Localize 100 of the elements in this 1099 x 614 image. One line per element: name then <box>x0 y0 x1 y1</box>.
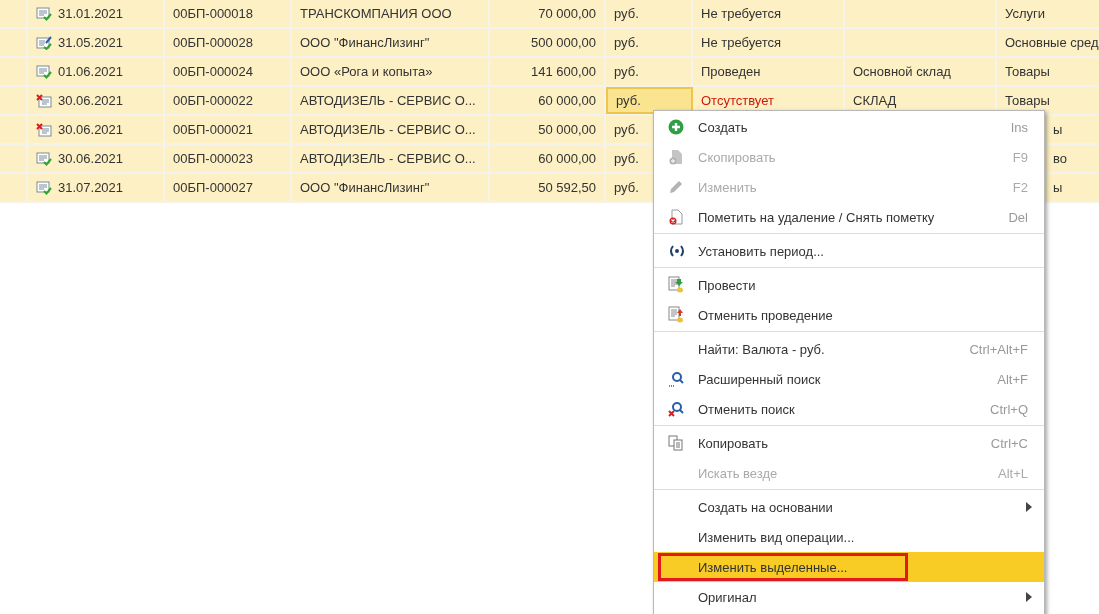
status-cell: Не требуется <box>701 35 782 50</box>
menu-item[interactable]: Отменить поиск Ctrl+Q <box>654 394 1044 424</box>
type-cell: Товары <box>1005 93 1050 108</box>
table-row[interactable]: 01.06.2021 00БП-000024 ООО «Рога и копыта» 141 600,00 руб. Проведен Основной склад Товары <box>0 58 1099 87</box>
menu-item-label: Изменить вид операции... <box>698 529 856 545</box>
currency-cell[interactable]: руб. <box>606 29 693 56</box>
shortcut-label: Del <box>1008 209 1028 225</box>
counterparty-cell: АВТОДИЗЕЛЬ - СЕРВИС О... <box>300 122 476 137</box>
type-cell: Товары <box>1005 64 1050 79</box>
type-cell: во <box>1053 151 1067 166</box>
number-cell: 00БП-000022 <box>173 93 254 108</box>
menu-item-label: Отменить поиск <box>698 401 796 417</box>
currency-cell[interactable]: руб. <box>606 58 693 85</box>
number-cell: 00БП-000021 <box>173 122 254 137</box>
menu-item-label: Изменить <box>698 179 758 195</box>
menu-item[interactable]: Найти: Валюта - руб. Ctrl+Alt+F <box>654 334 1044 364</box>
shortcut-label: Ctrl+Q <box>990 401 1028 417</box>
date-cell: 31.01.2021 <box>58 6 124 21</box>
table-row[interactable]: 31.01.2021 00БП-000018 ТРАНСКОМПАНИЯ ООО 70 000,00 руб. Не требуется Услуги <box>0 0 1099 29</box>
menu-item[interactable]: Установить период... <box>654 236 1044 266</box>
type-cell: ы <box>1053 122 1063 137</box>
shortcut-label: Alt+L <box>998 465 1028 481</box>
delete-document-icon <box>668 209 684 225</box>
menu-item-label: Изменить выделенные... <box>698 559 849 575</box>
amount-cell: 60 000,00 <box>538 151 596 166</box>
shortcut-label: Ins <box>1010 119 1028 135</box>
date-cell: 30.06.2021 <box>58 151 124 166</box>
menu-item-label: Копировать <box>698 435 769 451</box>
shortcut-label: F9 <box>1012 149 1028 165</box>
menu-item[interactable]: Расширенный поиск Alt+F <box>654 364 1044 394</box>
currency-cell[interactable]: руб. <box>606 0 693 27</box>
counterparty-cell: АВТОДИЗЕЛЬ - СЕРВИС О... <box>300 93 476 108</box>
status-cell: Проведен <box>701 64 761 79</box>
posted-document-icon <box>36 151 52 166</box>
menu-item[interactable]: Создать на основании <box>654 492 1044 522</box>
date-cell: 30.06.2021 <box>58 122 124 137</box>
currency-cell[interactable]: руб. <box>606 87 693 114</box>
cancel-search-icon <box>668 401 684 417</box>
shortcut-label: Alt+F <box>997 371 1028 387</box>
number-cell: 00БП-000027 <box>173 180 254 195</box>
search-icon <box>668 371 684 387</box>
posted-document-icon <box>36 6 52 21</box>
number-cell: 00БП-000024 <box>173 64 254 79</box>
amount-cell: 141 600,00 <box>530 64 596 79</box>
amount-cell: 60 000,00 <box>538 93 596 108</box>
warehouse-cell: СКЛАД <box>853 93 897 108</box>
type-cell: Услуги <box>1005 6 1045 21</box>
counterparty-cell: ТРАНСКОМПАНИЯ ООО <box>300 6 452 21</box>
menu-item[interactable]: Оригинал <box>654 582 1044 612</box>
edited-document-icon <box>36 35 52 50</box>
menu-item-label: Найти: Валюта - руб. <box>698 341 826 357</box>
menu-item-label: Скопировать <box>698 149 777 165</box>
menu-item-label: Искать везде <box>698 465 779 481</box>
amount-cell: 50 592,50 <box>538 180 596 195</box>
menu-item-label: Пометить на удаление / Снять пометку <box>698 209 936 225</box>
number-cell: 00БП-000018 <box>173 6 254 21</box>
plus-icon <box>668 119 684 135</box>
warehouse-cell: Основной склад <box>853 64 951 79</box>
shortcut-label: Ctrl+C <box>990 435 1028 451</box>
copy-icon <box>668 435 684 451</box>
counterparty-cell: ООО "ФинансЛизинг" <box>300 180 430 195</box>
document-icon <box>668 149 684 165</box>
counterparty-cell: ООО «Рога и копыта» <box>300 64 433 79</box>
pencil-icon <box>668 179 684 195</box>
menu-item-label: Установить период... <box>698 243 825 259</box>
posted-document-icon <box>36 180 52 195</box>
menu-item[interactable]: Изменить выделенные... <box>654 552 1044 582</box>
status-cell: Не требуется <box>701 6 782 21</box>
number-cell: 00БП-000028 <box>173 35 254 50</box>
date-cell: 31.07.2021 <box>58 180 124 195</box>
post-document-icon <box>668 276 684 294</box>
amount-cell: 70 000,00 <box>538 6 596 21</box>
date-cell: 30.06.2021 <box>58 93 124 108</box>
deleted-document-icon <box>36 122 52 137</box>
menu-item-label: Создать <box>698 119 749 135</box>
menu-item[interactable]: Отменить проведение <box>654 300 1044 330</box>
number-cell: 00БП-000023 <box>173 151 254 166</box>
menu-item-label: Оригинал <box>698 589 758 605</box>
counterparty-cell: ООО "ФинансЛизинг" <box>300 35 430 50</box>
table-row[interactable]: 30.06.2021 00БП-000022 АВТОДИЗЕЛЬ - СЕРВИС О... 60 000,00 руб. Отсутствует СКЛАД Товары <box>0 87 1099 116</box>
menu-item[interactable]: Пометить на удаление / Снять пометку Del <box>654 202 1044 232</box>
counterparty-cell: АВТОДИЗЕЛЬ - СЕРВИС О... <box>300 151 476 166</box>
date-cell: 01.06.2021 <box>58 64 124 79</box>
menu-item[interactable]: Провести <box>654 270 1044 300</box>
deleted-document-icon <box>36 93 52 108</box>
menu-item[interactable]: Изменить вид операции... <box>654 522 1044 552</box>
type-cell: ы <box>1053 180 1063 195</box>
menu-item-label: Отменить проведение <box>698 307 834 323</box>
menu-item-label: Создать на основании <box>698 499 834 515</box>
shortcut-label: F2 <box>1012 179 1028 195</box>
posted-document-icon <box>36 64 52 79</box>
menu-item[interactable]: Копировать Ctrl+C <box>654 428 1044 458</box>
type-cell: Основные сред <box>1005 35 1099 50</box>
unpost-document-icon <box>668 306 684 324</box>
menu-item-label: Провести <box>698 277 757 293</box>
period-icon <box>668 244 686 258</box>
amount-cell: 500 000,00 <box>530 35 596 50</box>
shortcut-label: Ctrl+Alt+F <box>969 341 1028 357</box>
table-row[interactable]: 31.05.2021 00БП-000028 ООО "ФинансЛизинг" 500 000,00 руб. Не требуется Основные сред <box>0 29 1099 58</box>
date-cell: 31.05.2021 <box>58 35 124 50</box>
